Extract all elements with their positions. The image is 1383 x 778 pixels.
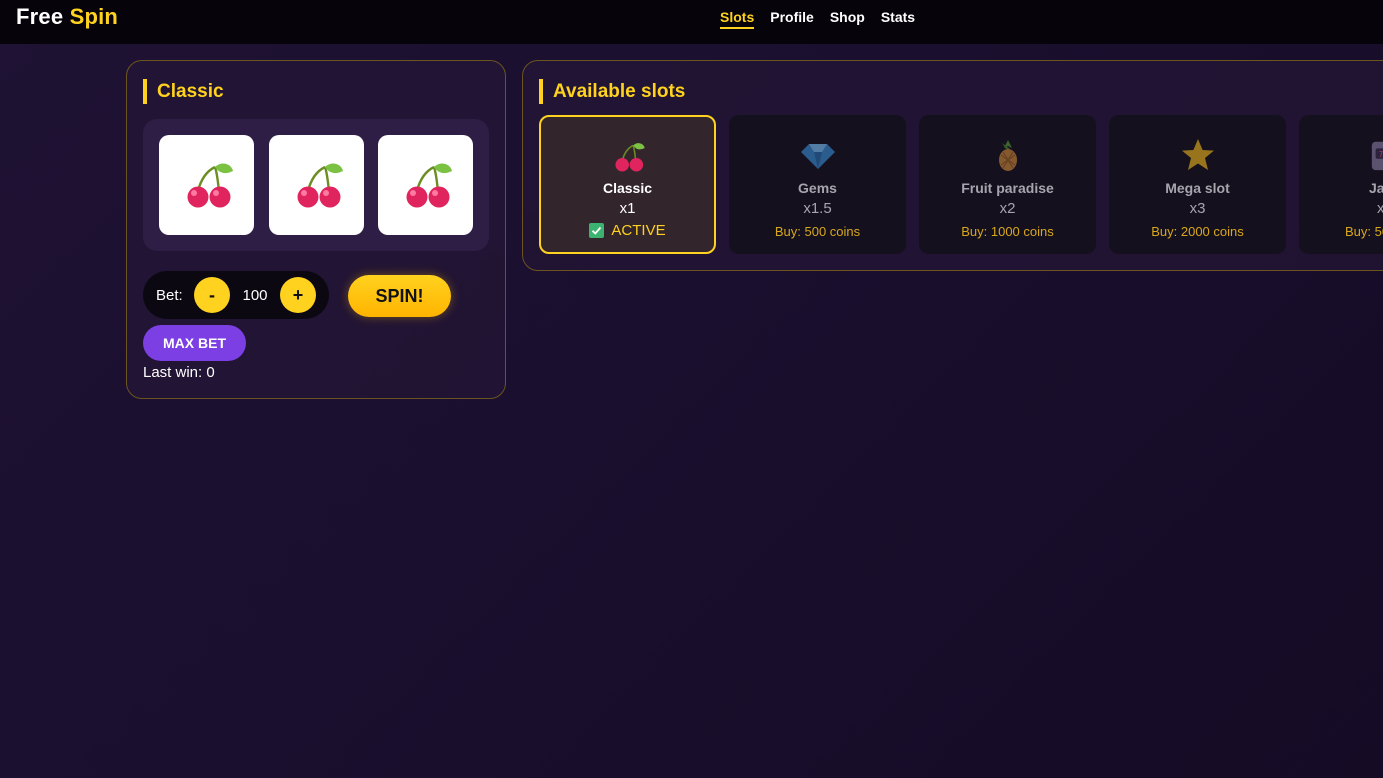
slot-card-classic[interactable]: Classic x1 ACTIVE bbox=[539, 115, 716, 254]
slot-multiplier: x bbox=[1377, 200, 1383, 217]
main-nav: Slots Profile Shop Stats bbox=[720, 9, 915, 29]
buy-price: Buy: 1000 coins bbox=[961, 224, 1054, 239]
available-slots-title: Available slots bbox=[539, 79, 685, 104]
slot-card-mega-slot[interactable]: Mega slot x3 Buy: 2000 coins bbox=[1109, 115, 1286, 254]
reel-1 bbox=[159, 135, 254, 235]
slot-multiplier: x3 bbox=[1189, 200, 1206, 217]
slot-name: Fruit paradise bbox=[961, 180, 1054, 196]
machine-title: Classic bbox=[143, 79, 224, 104]
reel-3 bbox=[378, 135, 473, 235]
cherry-icon bbox=[297, 163, 343, 208]
slot-name: Jac bbox=[1369, 180, 1383, 196]
buy-price: Buy: 50 bbox=[1345, 224, 1383, 239]
increase-bet-button[interactable]: + bbox=[280, 277, 316, 313]
slot-name: Mega slot bbox=[1165, 180, 1230, 196]
slot-multiplier: x1 bbox=[619, 200, 636, 217]
svg-text:7: 7 bbox=[1378, 150, 1383, 159]
top-bar: Free Spin Slots Profile Shop Stats bbox=[0, 0, 1383, 44]
slot-machine-panel: Classic Bet: - 100 + SPIN! MAX BET Last … bbox=[126, 60, 506, 399]
active-status: ACTIVE bbox=[541, 222, 714, 239]
brand-logo[interactable]: Free Spin bbox=[16, 4, 118, 30]
last-win-text: Last win: 0 bbox=[143, 364, 215, 381]
spin-button[interactable]: SPIN! bbox=[348, 275, 451, 317]
slot-multiplier: x2 bbox=[999, 200, 1016, 217]
check-icon bbox=[589, 223, 605, 238]
bet-value: 100 bbox=[242, 287, 268, 304]
reels-area bbox=[143, 119, 489, 251]
available-slots-panel: Available slots Classic x1 ACTIVE Gems x… bbox=[522, 60, 1383, 271]
bet-label: Bet: bbox=[156, 287, 183, 304]
nav-shop[interactable]: Shop bbox=[830, 9, 865, 29]
slot-card-fruit-paradise[interactable]: Fruit paradise x2 Buy: 1000 coins bbox=[919, 115, 1096, 254]
slot-multiplier: x1.5 bbox=[803, 200, 832, 217]
brand-word-free: Free bbox=[16, 4, 64, 29]
slot-machine-icon: 7 bbox=[1371, 141, 1383, 171]
cherry-icon bbox=[406, 163, 452, 208]
cherry-icon bbox=[614, 143, 645, 172]
reel-2 bbox=[269, 135, 364, 235]
brand-word-spin: Spin bbox=[69, 4, 119, 29]
pineapple-icon bbox=[998, 140, 1017, 171]
slot-name: Gems bbox=[798, 180, 837, 196]
buy-price: Buy: 2000 coins bbox=[1151, 224, 1244, 239]
bet-control: Bet: - 100 + bbox=[143, 271, 329, 319]
decrease-bet-button[interactable]: - bbox=[194, 277, 230, 313]
nav-slots[interactable]: Slots bbox=[720, 9, 755, 29]
buy-price: Buy: 500 coins bbox=[774, 224, 861, 239]
nav-stats[interactable]: Stats bbox=[881, 9, 915, 29]
cherry-icon bbox=[187, 163, 233, 208]
slot-card-gems[interactable]: Gems x1.5 Buy: 500 coins bbox=[729, 115, 906, 254]
slot-name: Classic bbox=[602, 180, 653, 196]
slot-card-jackpot[interactable]: 7 Jac x Buy: 50 bbox=[1299, 115, 1383, 254]
gem-icon bbox=[800, 144, 835, 169]
max-bet-button[interactable]: MAX BET bbox=[143, 325, 246, 361]
star-icon bbox=[1181, 139, 1214, 170]
nav-profile[interactable]: Profile bbox=[770, 9, 814, 29]
active-label: ACTIVE bbox=[611, 222, 666, 239]
